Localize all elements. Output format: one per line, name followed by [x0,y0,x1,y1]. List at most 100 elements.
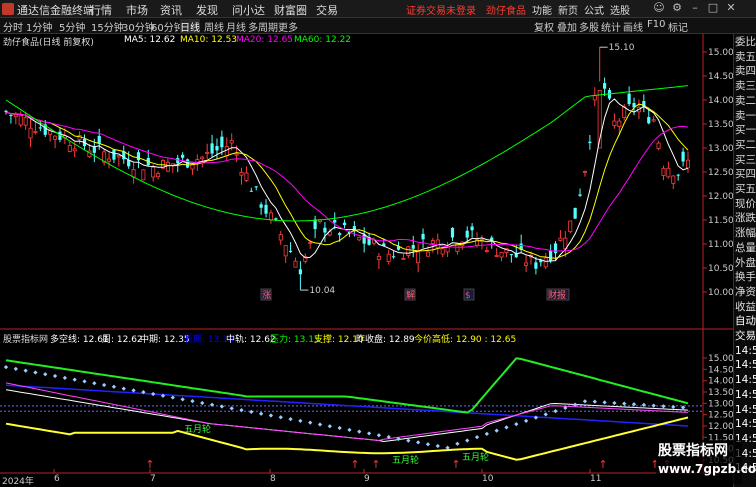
candle-body [313,219,317,230]
candle-body [484,250,489,253]
long-short-dot [308,420,313,425]
long-short-dot [376,433,382,438]
candle-body [97,135,101,144]
candle-body [18,115,23,126]
candle-body [421,233,425,240]
quote-panel-item: 交易 [735,330,756,342]
long-short-dot [268,413,274,418]
long-short-dot [327,424,332,429]
y-tick-label: 13.50 [708,120,733,130]
quote-panel-item: 买五 [735,183,756,195]
candle-body [13,114,18,118]
quote-panel-item: 换手 [735,271,756,284]
ma60-line [5,85,689,222]
x-tick: 8 [270,474,276,484]
candle-body [602,83,607,89]
candle-body [308,242,313,244]
sub-item-jinjia: 今价高低: 12.90 : 12.65 [414,335,517,345]
quote-panel-item: 卖四 [735,65,756,78]
annotation-label: 五月轮 [184,423,211,435]
long-short-dot [592,399,597,404]
candle-body [392,256,396,258]
x-tick: 11 [590,474,602,484]
candle-body [72,148,77,152]
event-marker-label: 解 [406,289,415,301]
long-short-dot [190,399,195,404]
ma5-line [5,98,689,262]
candle-body [274,218,278,220]
candle-body [4,110,8,113]
y-tick-label: 12.00 [708,422,733,432]
quote-panel-item: 委比 [735,36,756,48]
y-tick-label: 14.50 [708,365,733,375]
quote-panel-item: 卖二 [735,94,756,107]
candle-body [543,257,548,268]
quote-panel-item: 买二 [735,138,756,151]
long-short-dot [131,388,136,393]
long-short-dot [121,386,126,391]
long-short-dot [504,425,509,430]
long-short-dot [543,412,548,417]
candle-body [254,186,258,188]
candle-body [181,154,185,158]
x-tick: 9 [364,474,370,484]
candle-body [651,119,656,122]
candle-body [376,255,381,260]
chart-canvas[interactable]: 15.0014.5014.0013.5013.0012.5012.0011.50… [0,0,733,474]
quote-panel-item: 14:5 [735,344,756,357]
y-tick-label: 10.00 [708,288,733,298]
long-short-dot [249,409,254,415]
candle-body [116,155,121,158]
event-marker-label: 财报 [548,289,566,301]
candle-body [558,237,563,241]
candle-body [215,146,219,151]
long-short-dot [494,428,499,433]
quote-panel-item: 外盘 [735,256,756,269]
long-short-dot [651,403,656,408]
long-short-dot [582,399,588,404]
buy-arrow-icon: ↑ [598,458,607,471]
candle-body [524,262,529,266]
candle-body [33,130,38,133]
candle-body [259,204,263,208]
y-tick-label: 14.00 [708,377,733,387]
long-short-dot [43,372,48,377]
buy-arrow-icon: ↑ [145,458,154,471]
event-marker-label: $ [465,291,471,301]
long-short-dot [151,391,156,397]
quote-panel-item: 现价 [735,197,756,210]
long-short-dot [641,402,646,408]
candle-body [239,171,244,176]
candle-body [141,169,146,181]
candle-body [425,251,430,257]
long-short-dot [435,443,440,449]
long-short-dot [523,418,529,424]
long-short-dot [288,416,293,422]
long-short-dot [62,375,67,380]
x-tick: 7 [150,474,156,484]
long-short-dot [278,415,283,420]
candle-body [229,140,234,144]
long-short-dot [484,431,489,437]
candle-body [676,174,680,176]
quote-panel-item: 14:5 [735,403,756,416]
long-short-dot [3,364,9,370]
candle-body [23,117,28,126]
candle-body [582,170,587,173]
candle-body [205,152,210,154]
buy-arrow-icon: ↑ [350,458,359,471]
y-tick-label: 12.50 [708,411,733,421]
long-short-dot [82,379,87,384]
candle-body [416,251,421,264]
candle-body [244,172,249,181]
y-tick-label: 15.00 [708,48,733,58]
long-short-dot [23,368,28,373]
buy-arrow-icon: ↑ [371,458,380,471]
long-short-dot [465,438,470,443]
sub-item-yali: 压力: 13.15 [270,335,320,345]
watermark: 股票指标网 www.7gpzb.com [656,440,756,484]
quote-panel-item: 总量 [735,241,756,254]
y-tick-label: 13.00 [708,399,733,409]
long-short-dot [33,370,38,375]
candle-body [617,120,622,127]
